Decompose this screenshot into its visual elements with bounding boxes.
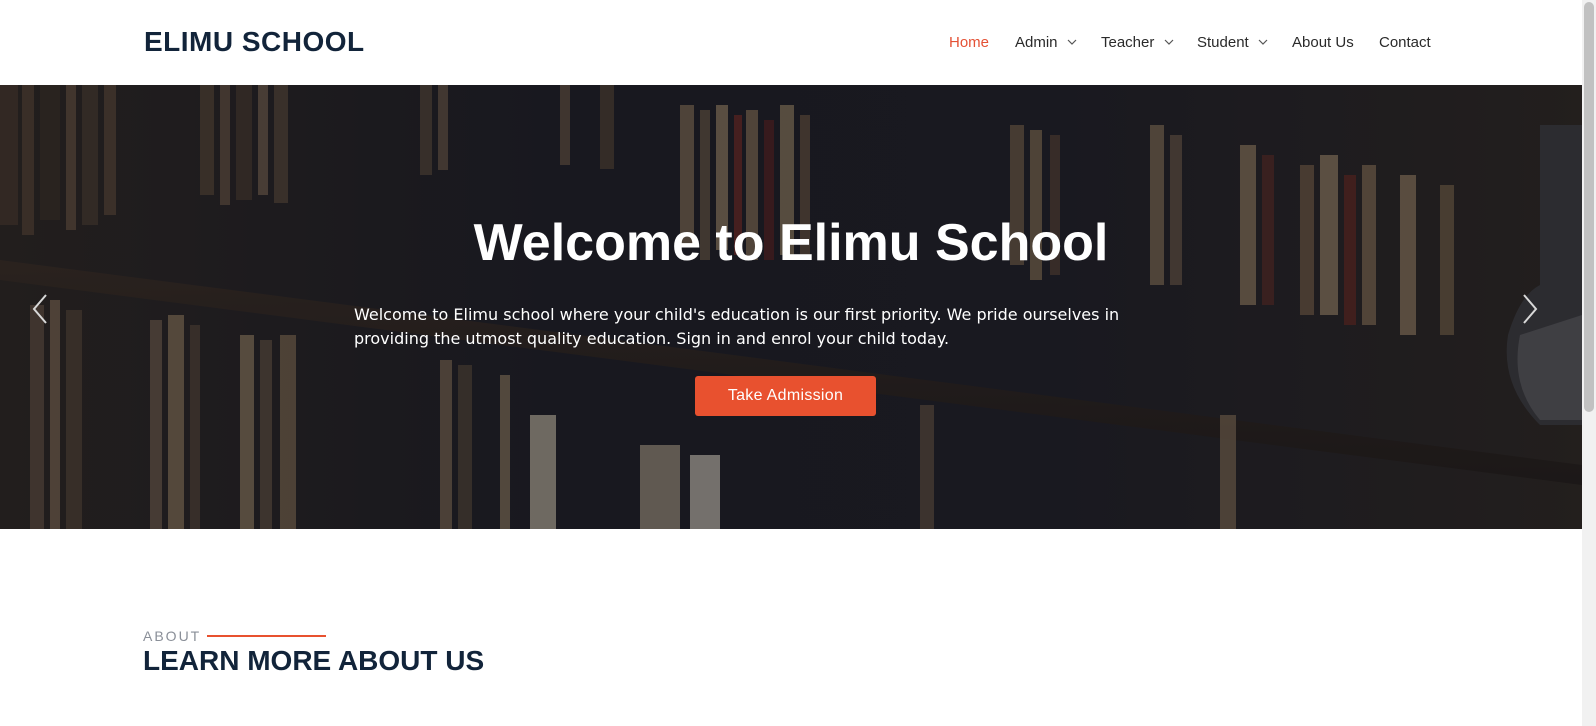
nav-item-home[interactable]: Home: [949, 34, 989, 51]
nav-item-admin[interactable]: Admin: [1015, 34, 1078, 51]
nav-item-label: Admin: [1015, 34, 1058, 51]
chevron-down-icon: [1257, 36, 1269, 48]
nav-item-about-us[interactable]: About Us: [1292, 34, 1354, 51]
scrollbar-thumb[interactable]: [1584, 2, 1594, 412]
nav-item-teacher[interactable]: Teacher: [1101, 34, 1175, 51]
main-nav: Home Admin Teacher Student About Us Cont…: [0, 34, 1582, 54]
chevron-left-icon: [32, 294, 47, 324]
chevron-right-icon: [1523, 294, 1538, 324]
nav-item-label: Teacher: [1101, 34, 1155, 51]
take-admission-button[interactable]: Take Admission: [695, 376, 876, 416]
section-eyebrow-divider: [207, 635, 326, 637]
nav-item-label: Home: [949, 34, 990, 51]
hero-description: Welcome to Elimu school where your child…: [354, 305, 1120, 348]
hero-carousel: Welcome to Elimu School Welcome to Elimu…: [0, 85, 1582, 529]
chevron-down-icon: [1163, 36, 1175, 48]
nav-item-student[interactable]: Student: [1197, 34, 1269, 51]
site-header: ELIMU SCHOOL Home Admin Teacher Student …: [0, 0, 1582, 85]
hero-title: Welcome to Elimu School: [473, 214, 1109, 272]
chevron-down-icon: [1066, 36, 1078, 48]
nav-item-label: Contact: [1379, 34, 1431, 51]
nav-item-contact[interactable]: Contact: [1379, 34, 1431, 51]
nav-item-label: About Us: [1292, 34, 1354, 51]
section-title: LEARN MORE ABOUT US: [143, 645, 485, 676]
nav-item-label: Student: [1197, 34, 1249, 51]
carousel-prev-button[interactable]: [28, 291, 52, 327]
carousel-next-button[interactable]: [1518, 291, 1542, 327]
section-eyebrow: ABOUT: [143, 628, 202, 644]
page-scrollbar[interactable]: [1582, 0, 1596, 726]
